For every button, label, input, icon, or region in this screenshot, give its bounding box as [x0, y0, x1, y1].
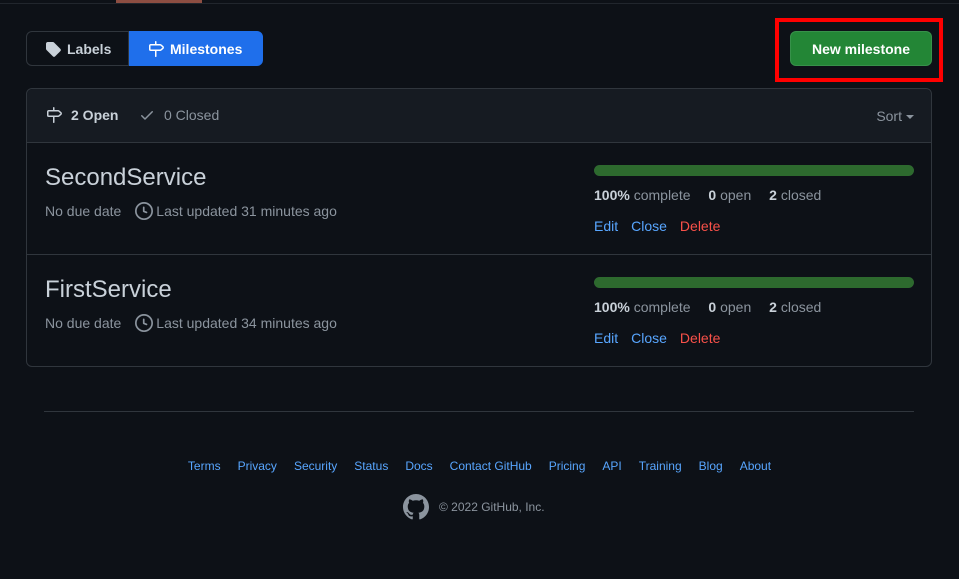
closed-issues-text: closed	[780, 187, 822, 203]
last-updated: Last updated 34 minutes ago	[135, 314, 337, 332]
open-filter[interactable]: 2 Open	[46, 107, 118, 123]
sort-label: Sort	[876, 108, 902, 124]
open-issues-text: open	[720, 299, 752, 315]
close-link[interactable]: Close	[631, 330, 667, 346]
footer-link-pricing[interactable]: Pricing	[549, 459, 586, 473]
open-issues-text: open	[720, 187, 752, 203]
footer-link-blog[interactable]: Blog	[699, 459, 723, 473]
progress-fill	[594, 277, 914, 288]
footer-link-api[interactable]: API	[602, 459, 621, 473]
footer-links: Terms Privacy Security Status Docs Conta…	[0, 459, 959, 473]
footer-link-privacy[interactable]: Privacy	[238, 459, 277, 473]
closed-count-label: 0 Closed	[164, 107, 220, 123]
copyright-text: © 2022 GitHub, Inc.	[439, 500, 545, 514]
last-updated: Last updated 31 minutes ago	[135, 202, 337, 220]
delete-link[interactable]: Delete	[680, 218, 720, 234]
milestones-tab-label: Milestones	[170, 40, 243, 57]
closed-issues: 2 closed	[769, 299, 821, 315]
milestone-row: SecondService No due date Last updated 3…	[27, 143, 931, 255]
footer-link-contact[interactable]: Contact GitHub	[450, 459, 532, 473]
milestone-title-link[interactable]: FirstService	[45, 276, 172, 304]
footer-copyright: © 2022 GitHub, Inc.	[403, 494, 545, 520]
closed-filter[interactable]: 0 Closed	[139, 107, 219, 123]
footer-link-docs[interactable]: Docs	[405, 459, 432, 473]
percent-text: complete	[633, 299, 691, 315]
open-issues: 0 open	[708, 299, 751, 315]
progress-bar	[594, 165, 914, 176]
milestones-tab[interactable]: Milestones	[129, 31, 263, 66]
milestone-icon	[149, 40, 164, 57]
footer-link-security[interactable]: Security	[294, 459, 337, 473]
edit-link[interactable]: Edit	[594, 218, 618, 234]
top-tab-strip	[0, 0, 959, 4]
new-milestone-button[interactable]: New milestone	[790, 31, 932, 66]
milestone-actions: Edit Close Delete	[594, 218, 720, 234]
percent-complete: 100% complete	[594, 299, 691, 315]
due-date: No due date	[45, 203, 122, 219]
closed-issues-text: closed	[780, 299, 822, 315]
footer-divider	[44, 411, 914, 412]
tag-icon	[46, 41, 61, 57]
sort-dropdown[interactable]: Sort	[876, 108, 914, 124]
footer-link-training[interactable]: Training	[639, 459, 682, 473]
progress-fill	[594, 165, 914, 176]
last-updated-text: Last updated 34 minutes ago	[156, 315, 337, 331]
footer-link-about[interactable]: About	[740, 459, 771, 473]
milestones-list-header: 2 Open 0 Closed Sort	[27, 89, 931, 143]
milestone-meta: No due date Last updated 34 minutes ago	[45, 314, 337, 332]
open-issues: 0 open	[708, 187, 751, 203]
progress-bar	[594, 277, 914, 288]
percent-value: 100%	[594, 187, 630, 203]
closed-issues: 2 closed	[769, 187, 821, 203]
open-issues-count: 0	[708, 187, 717, 203]
milestone-row: FirstService No due date Last updated 34…	[27, 255, 931, 367]
labels-tab-label: Labels	[67, 40, 112, 57]
milestone-title-link[interactable]: SecondService	[45, 164, 206, 192]
caret-down-icon	[906, 115, 914, 119]
percent-complete: 100% complete	[594, 187, 691, 203]
github-mark-icon[interactable]	[403, 494, 429, 520]
milestone-icon	[47, 107, 62, 123]
milestone-meta: No due date Last updated 31 minutes ago	[45, 202, 337, 220]
due-date: No due date	[45, 315, 122, 331]
edit-link[interactable]: Edit	[594, 330, 618, 346]
percent-value: 100%	[594, 299, 630, 315]
percent-text: complete	[633, 187, 691, 203]
labels-tab[interactable]: Labels	[26, 31, 129, 66]
milestone-stats: 100% complete 0 open 2 closed	[594, 187, 835, 203]
delete-link[interactable]: Delete	[680, 330, 720, 346]
clock-icon	[135, 202, 154, 220]
closed-issues-count: 2	[769, 187, 777, 203]
open-count-label: 2 Open	[71, 107, 119, 123]
open-issues-count: 0	[708, 299, 717, 315]
closed-issues-count: 2	[769, 299, 777, 315]
milestones-list: 2 Open 0 Closed Sort SecondService No du…	[26, 88, 932, 367]
labels-milestones-toggle: Labels Milestones	[26, 31, 263, 66]
footer-link-status[interactable]: Status	[354, 459, 388, 473]
milestone-stats: 100% complete 0 open 2 closed	[594, 299, 835, 315]
check-icon	[141, 111, 153, 120]
milestone-actions: Edit Close Delete	[594, 330, 720, 346]
close-link[interactable]: Close	[631, 218, 667, 234]
footer-link-terms[interactable]: Terms	[188, 459, 221, 473]
last-updated-text: Last updated 31 minutes ago	[156, 203, 337, 219]
active-tab-indicator	[116, 0, 202, 3]
clock-icon	[135, 314, 154, 332]
